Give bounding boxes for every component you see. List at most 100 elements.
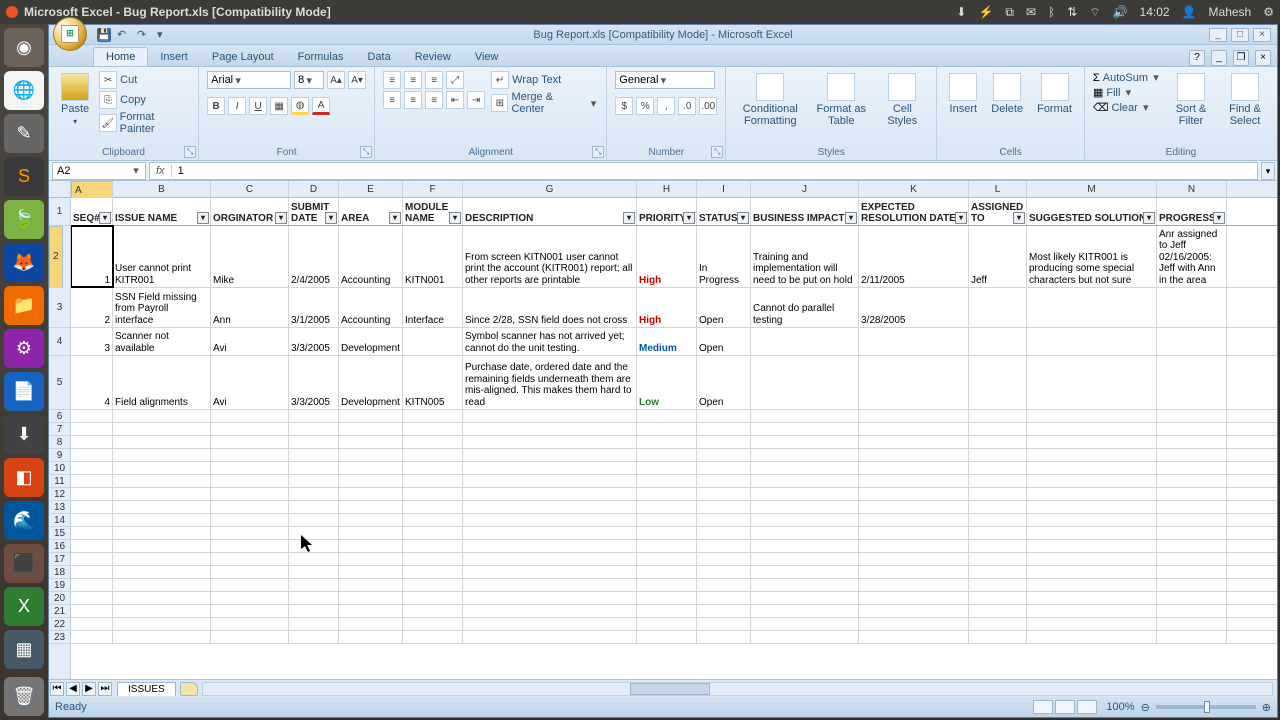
cell[interactable] xyxy=(697,605,751,617)
cell[interactable] xyxy=(211,449,289,461)
cell[interactable] xyxy=(637,501,697,513)
cell[interactable] xyxy=(969,410,1027,422)
cell[interactable] xyxy=(463,592,637,604)
merge-label[interactable]: Merge & Center xyxy=(511,91,585,115)
cell[interactable]: 2/4/2005 xyxy=(289,226,339,287)
cell[interactable]: High xyxy=(637,288,697,327)
align-left-icon[interactable]: ≡ xyxy=(383,91,401,109)
gedit-icon[interactable]: ✎ xyxy=(4,114,44,153)
cell[interactable] xyxy=(969,436,1027,448)
row-header[interactable]: 22 xyxy=(49,618,70,631)
cell[interactable] xyxy=(969,501,1027,513)
cell[interactable] xyxy=(637,514,697,526)
cell[interactable]: Medium xyxy=(637,328,697,355)
percent-icon[interactable]: % xyxy=(636,97,654,115)
cell[interactable] xyxy=(1027,475,1157,487)
cell[interactable] xyxy=(859,566,969,578)
col-header-E[interactable]: E xyxy=(339,181,403,197)
cell[interactable] xyxy=(289,631,339,643)
cell[interactable] xyxy=(969,618,1027,630)
qat-dropdown-icon[interactable]: ▾ xyxy=(157,28,171,42)
cell[interactable] xyxy=(859,436,969,448)
cell[interactable]: KITN001 xyxy=(403,226,463,287)
cell[interactable] xyxy=(859,605,969,617)
tab-insert[interactable]: Insert xyxy=(148,48,200,66)
cell[interactable] xyxy=(751,579,859,591)
table-row[interactable] xyxy=(71,631,1277,644)
cell[interactable]: High xyxy=(637,226,697,287)
wifi-icon[interactable]: ⌔ xyxy=(1089,5,1100,20)
cell[interactable] xyxy=(697,527,751,539)
cell[interactable] xyxy=(211,410,289,422)
filter-header-A[interactable]: SEQ#▾ xyxy=(71,198,113,225)
cell[interactable] xyxy=(751,328,859,355)
cell[interactable] xyxy=(1157,475,1227,487)
clock[interactable]: 14:02 xyxy=(1140,5,1170,19)
cell[interactable] xyxy=(403,514,463,526)
zoom-in-button[interactable]: ⊕ xyxy=(1262,701,1271,714)
cell[interactable] xyxy=(71,566,113,578)
cell[interactable] xyxy=(859,423,969,435)
format-cells-button[interactable]: Format xyxy=(1033,71,1076,117)
autosum-icon[interactable]: Σ xyxy=(1093,72,1100,84)
excel-icon[interactable]: X xyxy=(4,587,44,626)
clear-label[interactable]: Clear xyxy=(1112,102,1138,114)
cell[interactable] xyxy=(339,566,403,578)
download-icon[interactable]: ⬇ xyxy=(4,415,44,454)
user-icon[interactable]: 👤 xyxy=(1182,5,1197,19)
cell[interactable] xyxy=(113,553,211,565)
indent-inc-icon[interactable]: ⇥ xyxy=(467,91,485,109)
redo-icon[interactable]: ↷ xyxy=(137,28,151,42)
cell[interactable] xyxy=(637,553,697,565)
cell[interactable] xyxy=(71,423,113,435)
cell[interactable] xyxy=(969,462,1027,474)
cell[interactable]: Accounting xyxy=(339,226,403,287)
cell[interactable] xyxy=(751,356,859,409)
cell[interactable] xyxy=(113,605,211,617)
cell[interactable] xyxy=(289,618,339,630)
cell[interactable] xyxy=(339,514,403,526)
cell[interactable] xyxy=(751,449,859,461)
cell[interactable] xyxy=(859,488,969,500)
cell[interactable] xyxy=(697,631,751,643)
row-header[interactable]: 15 xyxy=(49,527,70,540)
row-header[interactable]: 23 xyxy=(49,631,70,644)
cell[interactable] xyxy=(71,514,113,526)
number-launcher[interactable]: ⤡ xyxy=(711,146,723,158)
delete-cells-button[interactable]: Delete xyxy=(987,71,1027,117)
cell[interactable] xyxy=(113,631,211,643)
cell[interactable] xyxy=(697,553,751,565)
shrink-font-icon[interactable]: A▾ xyxy=(348,71,366,89)
cell[interactable] xyxy=(339,527,403,539)
filter-dropdown-icon[interactable]: ▾ xyxy=(449,212,461,224)
cell[interactable] xyxy=(113,540,211,552)
cell[interactable] xyxy=(289,462,339,474)
number-format-select[interactable]: General▾ xyxy=(615,71,715,89)
save-icon[interactable]: 💾 xyxy=(97,28,111,42)
cell[interactable] xyxy=(1157,514,1227,526)
cell[interactable] xyxy=(1027,410,1157,422)
cell[interactable] xyxy=(339,423,403,435)
cell[interactable] xyxy=(697,501,751,513)
cell[interactable] xyxy=(289,449,339,461)
cell[interactable] xyxy=(1157,328,1227,355)
cut-icon[interactable]: ✂ xyxy=(99,71,117,89)
battery-icon[interactable]: ⚡ xyxy=(978,5,993,19)
cell[interactable]: Open xyxy=(697,328,751,355)
cell[interactable] xyxy=(697,436,751,448)
table-row[interactable] xyxy=(71,501,1277,514)
cell[interactable] xyxy=(859,449,969,461)
cell[interactable] xyxy=(211,566,289,578)
table-row[interactable] xyxy=(71,566,1277,579)
filter-header-E[interactable]: AREA▾ xyxy=(339,198,403,225)
undo-icon[interactable]: ↶ xyxy=(117,28,131,42)
zoom-knob[interactable] xyxy=(1204,701,1210,713)
zoom-slider[interactable] xyxy=(1156,705,1256,709)
format-painter-icon[interactable]: 🖌 xyxy=(99,114,117,132)
format-painter-label[interactable]: Format Painter xyxy=(120,111,190,135)
cell[interactable] xyxy=(969,449,1027,461)
wrap-text-icon[interactable]: ↵ xyxy=(491,71,509,89)
cell[interactable] xyxy=(969,328,1027,355)
win-restore-icon[interactable]: ❐ xyxy=(1233,50,1249,66)
cell[interactable] xyxy=(71,631,113,643)
